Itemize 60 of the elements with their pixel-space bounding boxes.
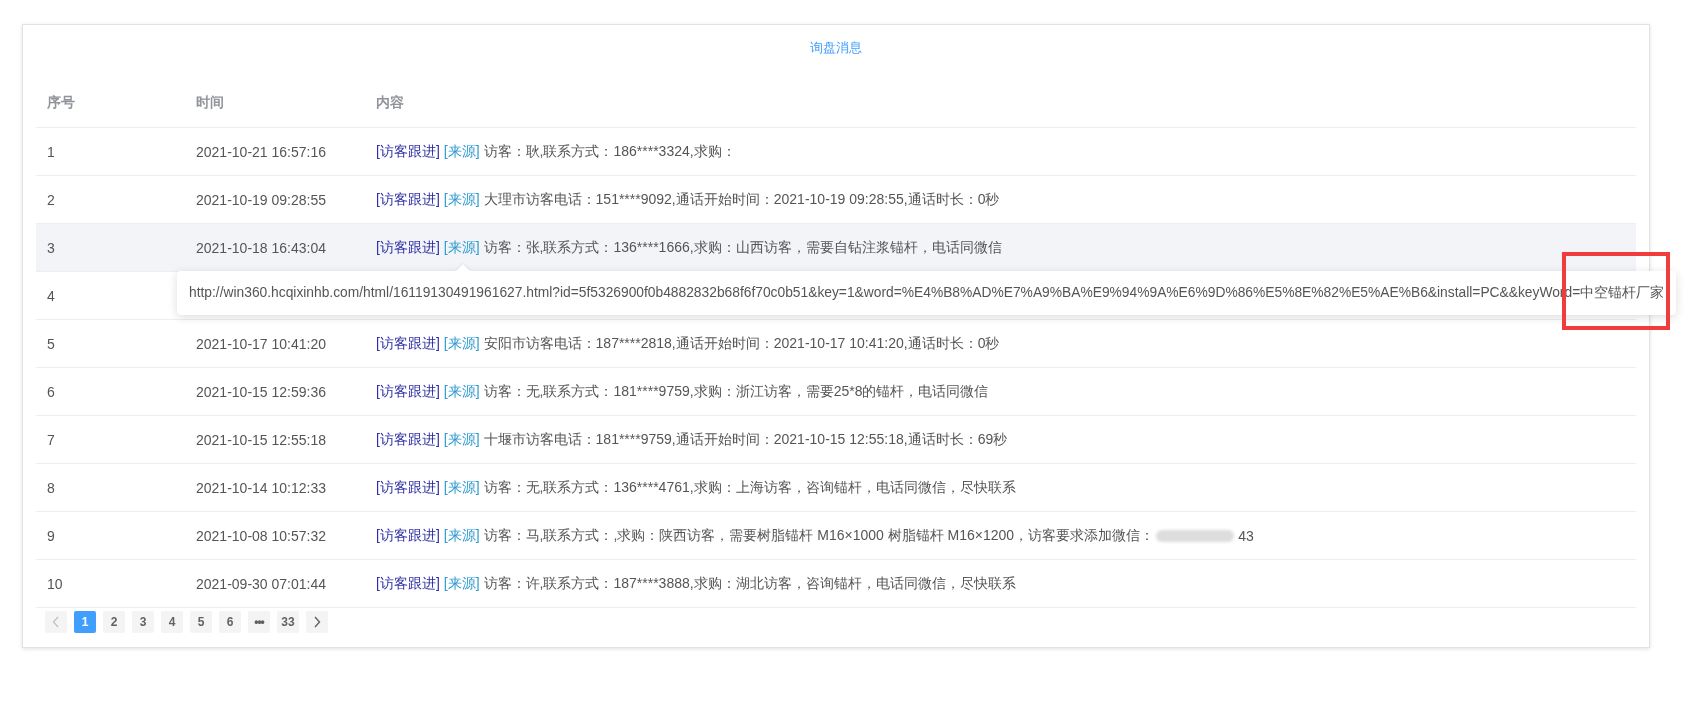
- page-button[interactable]: 6: [219, 611, 241, 633]
- table-cell: 7: [47, 431, 55, 448]
- table-cell: 6: [47, 383, 55, 400]
- table-cell: 2021-10-18 16:43:04: [196, 239, 326, 256]
- table-cell: 2021-10-19 09:28:55: [196, 191, 326, 208]
- table-cell: 2021-09-30 07:01:44: [196, 575, 326, 592]
- page-button[interactable]: 5: [190, 611, 212, 633]
- table-cell: 2021-10-15 12:59:36: [196, 383, 326, 400]
- table-cell: 2021-10-14 10:12:33: [196, 479, 326, 496]
- table-row[interactable]: 10 2021-09-30 07:01:44 [访客跟进] [来源] 访客：许,联系方式：187****3888,求购：湖北访客，咨询锚杆，电话同微信，尽快联系: [36, 560, 1636, 608]
- table-cell: 安阳市访客电话：187****2818,通话开始时间：2021-10-17 10:41:20,通话时长：0秒: [483, 334, 1000, 353]
- table-cell: 10: [47, 575, 63, 592]
- panel-title: 询盘消息: [810, 39, 862, 57]
- table-cell: 访客：许,联系方式：187****3888,求购：湖北访客，咨询锚杆，电话同微信，尽快联系: [483, 574, 1016, 593]
- table-cell: 访客：耿,联系方式：186****3324,求购：: [483, 142, 736, 161]
- follow-link[interactable]: [访客跟进]: [376, 574, 440, 593]
- page-button[interactable]: 2: [103, 611, 125, 633]
- table-cell: 2: [47, 191, 55, 208]
- chevron-right-icon: [313, 616, 321, 628]
- page-button[interactable]: 3: [132, 611, 154, 633]
- table-cell: 1: [47, 143, 55, 160]
- table-cell: 9: [47, 527, 55, 544]
- next-page-button[interactable]: [306, 611, 328, 633]
- table-cell: 8: [47, 479, 55, 496]
- table-cell: 大理市访客电话：151****9092,通话开始时间：2021-10-19 09:28:55,通话时长：0秒: [483, 190, 1000, 209]
- table-row[interactable]: 5 2021-10-17 10:41:20 [访客跟进] [来源] 安阳市访客电话：187****2818,通话开始时间：2021-10-17 10:41:20,通话时长：0秒: [36, 320, 1636, 368]
- table-cell: 访客：无,联系方式：136****4761,求购：上海访客，咨询锚杆，电话同微信，尽快联系: [483, 478, 1016, 497]
- table-cell: 访客：马,联系方式：,求购：陕西访客，需要树脂锚杆 M16×1000 树脂锚杆 M16×1200，访客要求添加微信：: [483, 526, 1155, 545]
- page-button[interactable]: 33: [277, 611, 299, 633]
- table-cell: 43: [1238, 527, 1254, 544]
- follow-link[interactable]: [访客跟进]: [376, 142, 440, 161]
- follow-link[interactable]: [访客跟进]: [376, 190, 440, 209]
- column-header: 内容: [376, 94, 404, 112]
- table-cell: 2021-10-15 12:55:18: [196, 431, 326, 448]
- follow-link[interactable]: [访客跟进]: [376, 478, 440, 497]
- table-cell: 3: [47, 239, 55, 256]
- table-row[interactable]: 1 2021-10-21 16:57:16 [访客跟进] [来源] 访客：耿,联系方式：186****3324,求购：: [36, 128, 1636, 176]
- table-cell: 十堰市访客电话：181****9759,通话开始时间：2021-10-15 12:55:18,通话时长：69秒: [483, 430, 1008, 449]
- table-cell: 2021-10-17 10:41:20: [196, 335, 326, 352]
- table-cell: 访客：无,联系方式：181****9759,求购：浙江访客，需要25*8的锚杆，电话同微信: [483, 382, 989, 401]
- follow-link[interactable]: [访客跟进]: [376, 526, 440, 545]
- table-row[interactable]: 8 2021-10-14 10:12:33 [访客跟进] [来源] 访客：无,联系方式：136****4761,求购：上海访客，咨询锚杆，电话同微信，尽快联系: [36, 464, 1636, 512]
- follow-link[interactable]: [访客跟进]: [376, 334, 440, 353]
- column-header: 序号: [47, 95, 75, 110]
- follow-link[interactable]: [访客跟进]: [376, 238, 440, 257]
- table-row[interactable]: 9 2021-10-08 10:57:32 [访客跟进] [来源] 访客：马,联系方式：,求购：陕西访客，需要树脂锚杆 M16×1000 树脂锚杆 M16×1200，访客要求添加微信： 43: [36, 512, 1636, 560]
- table-row[interactable]: 7 2021-10-15 12:55:18 [访客跟进] [来源] 十堰市访客电话：181****9759,通话开始时间：2021-10-15 12:55:18,通话时长：69秒: [36, 416, 1636, 464]
- table-cell: 访客：张,联系方式：136****1666,求购：山西访客，需要自钻注浆锚杆，电话同微信: [483, 238, 1002, 257]
- chevron-left-icon: [52, 616, 60, 628]
- table-row[interactable]: 3 2021-10-18 16:43:04 [访客跟进] [来源] 访客：张,联系方式：136****1666,求购：山西访客，需要自钻注浆锚杆，电话同微信: [36, 224, 1636, 272]
- page-button[interactable]: 4: [161, 611, 183, 633]
- column-header: 时间: [196, 95, 224, 110]
- more-pages-button[interactable]: •••: [248, 611, 270, 633]
- table-cell: 2021-10-21 16:57:16: [196, 143, 326, 160]
- follow-link[interactable]: [访客跟进]: [376, 382, 440, 401]
- table-cell: 2021-10-08 10:57:32: [196, 527, 326, 544]
- table-row[interactable]: 6 2021-10-15 12:59:36 [访客跟进] [来源] 访客：无,联系方式：181****9759,求购：浙江访客，需要25*8的锚杆，电话同微信: [36, 368, 1636, 416]
- follow-link[interactable]: [访客跟进]: [376, 430, 440, 449]
- table-cell: 5: [47, 335, 55, 352]
- table-cell: 4: [47, 287, 55, 304]
